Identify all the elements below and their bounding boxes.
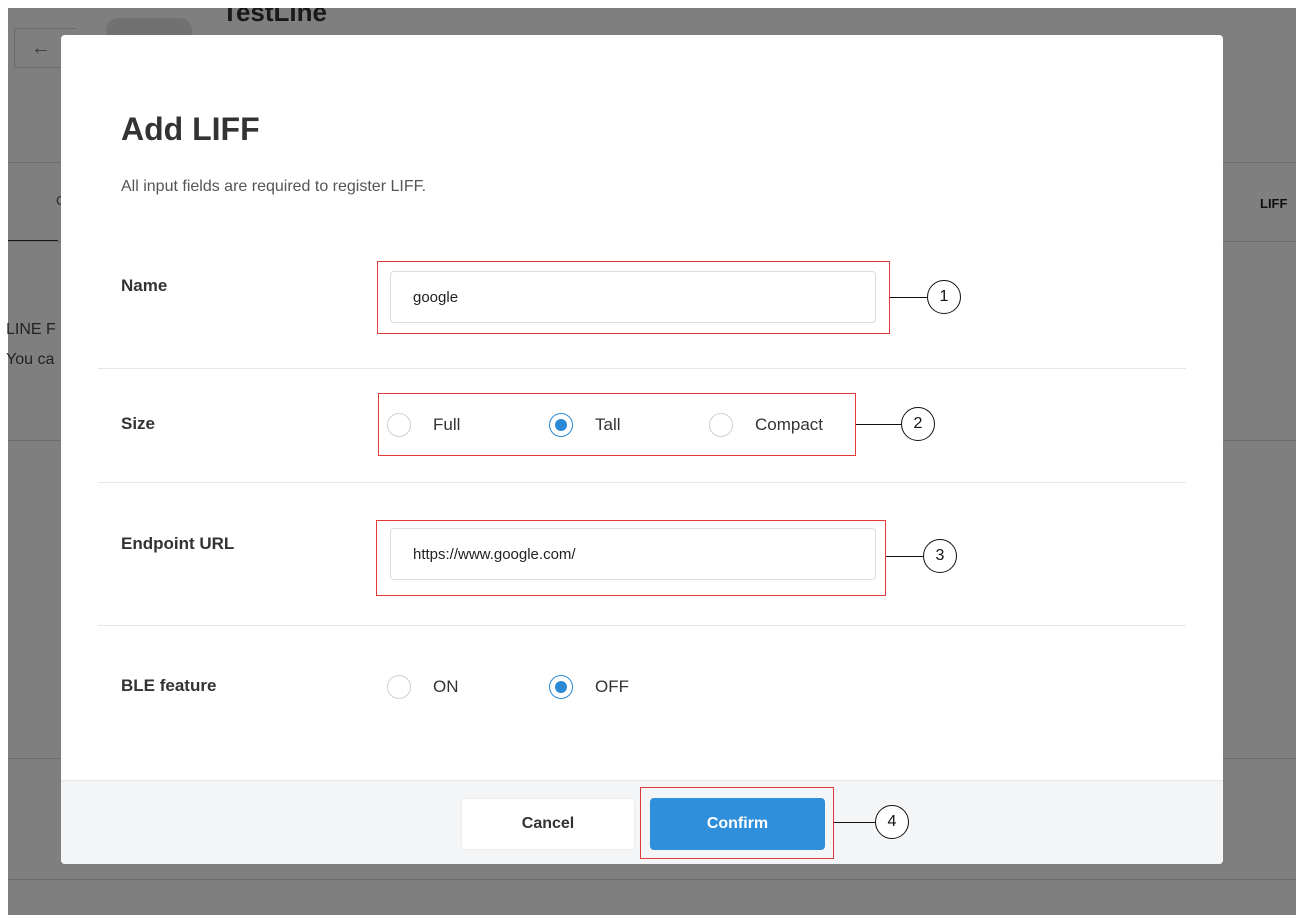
- annotation-marker-2: 2: [901, 407, 935, 441]
- annotation-marker-1: 1: [927, 280, 961, 314]
- radio-tall[interactable]: [549, 413, 573, 437]
- divider-size: [98, 482, 1186, 483]
- radio-off[interactable]: [549, 675, 573, 699]
- radio-tall-label: Tall: [595, 415, 621, 434]
- divider-name: [98, 368, 1186, 369]
- divider-endpoint: [98, 625, 1186, 626]
- radio-on[interactable]: [387, 675, 411, 699]
- endpoint-label: Endpoint URL: [121, 534, 235, 553]
- size-option-compact[interactable]: Compact: [709, 413, 823, 437]
- annotation-leader-1: [890, 297, 928, 298]
- annotation-leader-4: [834, 822, 876, 823]
- annotation-marker-4: 4: [875, 805, 909, 839]
- radio-on-label: ON: [433, 677, 459, 696]
- dialog-title: Add LIFF: [121, 111, 260, 147]
- add-liff-dialog: Add LIFF All input fields are required t…: [61, 35, 1223, 864]
- ble-label: BLE feature: [121, 676, 217, 695]
- annotation-leader-3: [886, 556, 924, 557]
- radio-compact-label: Compact: [755, 415, 824, 434]
- radio-off-label: OFF: [595, 677, 629, 696]
- confirm-button[interactable]: Confirm: [650, 798, 825, 850]
- dialog-footer: Cancel Confirm: [61, 780, 1223, 864]
- screen: ← TestLine C LIFF LINE F You ca Add LIFF…: [0, 0, 1296, 915]
- radio-full-label: Full: [433, 415, 461, 434]
- dialog-subtitle: All input fields are required to registe…: [121, 178, 427, 195]
- size-label: Size: [121, 414, 156, 433]
- annotation-marker-3: 3: [923, 539, 957, 573]
- annotation-leader-2: [856, 424, 902, 425]
- ble-option-on[interactable]: ON: [387, 675, 459, 699]
- radio-full[interactable]: [387, 413, 411, 437]
- radio-compact[interactable]: [709, 413, 733, 437]
- endpoint-url-input[interactable]: [390, 528, 876, 580]
- name-input[interactable]: [390, 271, 876, 323]
- name-label: Name: [121, 276, 168, 295]
- size-option-tall[interactable]: Tall: [549, 413, 621, 437]
- ble-option-off[interactable]: OFF: [549, 675, 629, 699]
- size-option-full[interactable]: Full: [387, 413, 460, 437]
- cancel-button[interactable]: Cancel: [461, 798, 635, 850]
